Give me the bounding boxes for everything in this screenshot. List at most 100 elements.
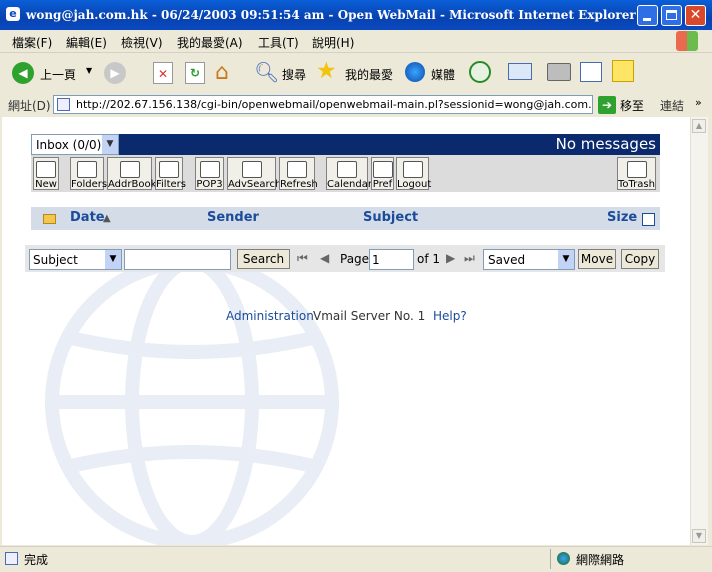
history-icon[interactable] [469, 61, 491, 83]
new-label: New [35, 179, 57, 190]
pref-button[interactable]: Pref [371, 157, 394, 190]
advsearch-button[interactable]: AdvSearch [227, 157, 281, 190]
media-globe-icon[interactable] [405, 62, 425, 82]
last-page-icon[interactable]: ⏭ [464, 251, 475, 266]
links-button[interactable]: 連結 [660, 97, 684, 114]
close-button[interactable]: ✕ [685, 5, 706, 26]
ie-icon: e [6, 7, 20, 21]
calendar-button[interactable]: Calendar [326, 157, 372, 190]
envelope-icon[interactable] [43, 214, 56, 224]
select-all-checkbox[interactable] [642, 213, 655, 226]
back-button[interactable]: ◀ 上一頁 ▼ [8, 60, 94, 86]
pop3-button[interactable]: POP3 [195, 157, 224, 190]
new-button[interactable]: New [33, 157, 59, 190]
refresh-mail-icon [287, 161, 307, 178]
column-size[interactable]: Size [607, 210, 637, 225]
folder-select[interactable]: Inbox (0/0) ▼ [31, 134, 119, 155]
dropdown-arrow-icon: ▼ [86, 66, 93, 75]
menu-favorites[interactable]: 我的最愛(A) [177, 34, 243, 51]
title-bar: e wong@jah.com.hk - 06/24/2003 09:51:54 … [0, 0, 712, 30]
status-text: 完成 [24, 553, 49, 567]
column-date[interactable]: Date [70, 210, 105, 225]
move-button[interactable]: Move [578, 249, 616, 269]
menu-edit[interactable]: 編輯(E) [66, 34, 107, 51]
windows-logo-icon [676, 31, 698, 51]
preferences-icon [372, 161, 393, 178]
address-field[interactable]: http://202.67.156.138/cgi-bin/openwebmai… [53, 95, 593, 114]
sort-ascending-icon[interactable]: ▲ [103, 213, 111, 224]
folders-label: Folders [71, 179, 108, 190]
next-page-icon[interactable]: ▶ [446, 251, 455, 265]
menu-help[interactable]: 說明(H) [312, 34, 354, 51]
page-label: Page [340, 252, 370, 266]
logout-button[interactable]: Logout [396, 157, 431, 190]
addressbook-icon [119, 161, 140, 178]
calendar-icon [337, 161, 357, 178]
first-page-icon[interactable]: ⏮ [297, 251, 308, 266]
logout-icon [402, 161, 423, 178]
destination-folder-select[interactable]: Saved ▼ [483, 249, 575, 270]
favorites-star-icon[interactable]: ★ [316, 58, 337, 84]
zone-text: 網際網路 [576, 553, 625, 567]
favorites-button-label[interactable]: 我的最愛 [345, 66, 393, 83]
internet-zone-icon [557, 552, 570, 565]
totrash-label: ToTrash [618, 179, 655, 190]
address-url[interactable]: http://202.67.156.138/cgi-bin/openwebmai… [76, 98, 591, 111]
search-button[interactable]: Search [237, 249, 290, 269]
prev-page-icon[interactable]: ◀ [320, 251, 329, 265]
move-label: Move [580, 252, 614, 266]
destination-folder-value: Saved [488, 253, 526, 267]
search-input[interactable] [124, 249, 231, 270]
page-of-label: of 1 [417, 252, 441, 266]
copy-button[interactable]: Copy [621, 249, 659, 269]
refresh-icon[interactable]: ↻ [185, 62, 205, 84]
column-subject[interactable]: Subject [363, 210, 418, 225]
page-input[interactable]: 1 [369, 249, 414, 270]
chevron-right-icon[interactable]: » [695, 96, 702, 109]
page-icon [57, 98, 70, 111]
search-button-label[interactable]: 搜尋 [282, 66, 306, 83]
chevron-down-icon: ▼ [102, 135, 118, 154]
status-bar: 完成 網際網路 [0, 546, 712, 572]
vertical-scrollbar[interactable]: ▲ ▼ [690, 117, 708, 545]
status-header-bar: No messages [119, 134, 660, 155]
totrash-button[interactable]: ToTrash [617, 157, 656, 190]
refresh-button[interactable]: Refresh [279, 157, 318, 190]
media-button-label[interactable]: 媒體 [431, 66, 455, 83]
mail-icon[interactable] [508, 63, 532, 80]
column-sender[interactable]: Sender [207, 210, 259, 225]
filters-button[interactable]: Filters [155, 157, 186, 190]
go-arrow-icon[interactable]: ➔ [598, 96, 616, 114]
help-link[interactable]: Help? [433, 309, 467, 323]
folder-icon [77, 161, 97, 178]
forward-button[interactable]: ▶ [104, 62, 126, 84]
folders-button[interactable]: Folders [70, 157, 108, 190]
page-input-value: 1 [372, 253, 380, 267]
search-field-select[interactable]: Subject ▼ [29, 249, 122, 270]
maximize-button[interactable] [661, 5, 682, 26]
scroll-up-icon[interactable]: ▲ [692, 119, 706, 133]
scroll-down-icon[interactable]: ▼ [692, 529, 706, 543]
print-icon[interactable] [547, 63, 571, 81]
edit-icon[interactable] [580, 62, 602, 82]
home-icon[interactable]: ⌂ [215, 60, 229, 85]
addrbook-button[interactable]: AddrBook [107, 157, 157, 190]
messenger-icon[interactable] [612, 60, 634, 82]
menu-tools[interactable]: 工具(T) [258, 34, 299, 51]
copy-label: Copy [624, 252, 656, 266]
menu-file[interactable]: 檔案(F) [12, 34, 52, 51]
menu-view[interactable]: 檢視(V) [121, 34, 163, 51]
addrbook-label: AddrBook [108, 179, 157, 190]
address-label: 網址(D) [8, 99, 51, 113]
minimize-button[interactable] [637, 5, 658, 26]
advsearch-icon [241, 161, 262, 178]
chevron-down-icon: ▼ [105, 250, 121, 269]
search-icon[interactable]: 🔍︎ [254, 60, 279, 84]
window-title: wong@jah.com.hk - 06/24/2003 09:51:54 am… [26, 8, 636, 22]
administration-link[interactable]: Administration [226, 309, 314, 323]
stop-icon[interactable]: ✕ [153, 62, 173, 84]
filter-icon [159, 161, 179, 178]
go-button[interactable]: 移至 [620, 97, 644, 114]
chevron-down-icon: ▼ [558, 250, 574, 269]
pref-label: Pref [372, 179, 393, 190]
